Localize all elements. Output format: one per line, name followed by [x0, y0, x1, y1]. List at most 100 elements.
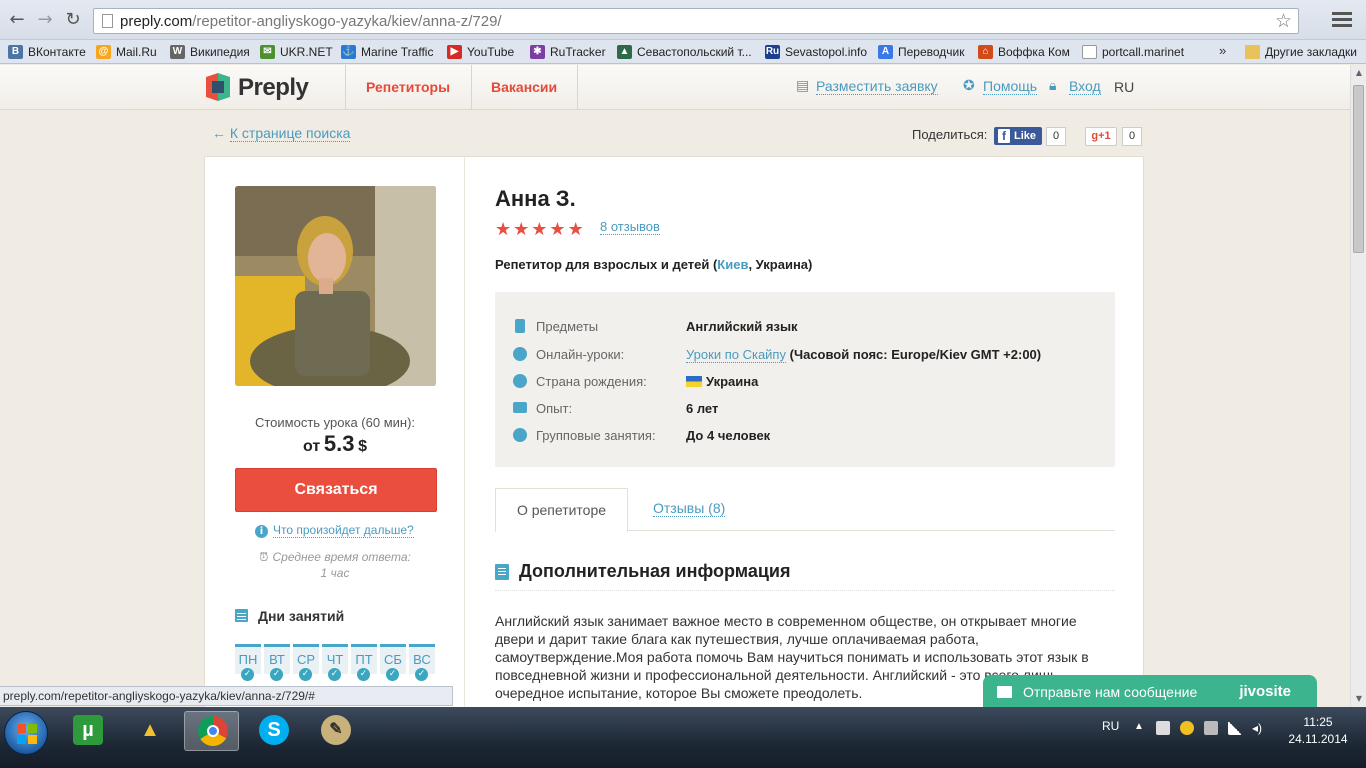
post-request-link[interactable]: ▤ Разместить заявку: [796, 78, 938, 95]
login-link[interactable]: 🔒︎ Вход: [1049, 78, 1101, 95]
language-selector[interactable]: RU: [1114, 79, 1134, 95]
bookmark-item[interactable]: ▲ Севастопольский т...: [617, 43, 752, 61]
reviews-link[interactable]: 8 отзывов: [600, 219, 660, 235]
bookmark-item[interactable]: ▶ YouTube: [447, 43, 514, 61]
ukraine-flag-icon: [686, 376, 702, 387]
bookmark-item[interactable]: W Википедия: [170, 43, 250, 61]
whats-next-link[interactable]: i Что произойдет дальше?: [255, 523, 414, 538]
bookmark-label: Севастопольский т...: [637, 45, 752, 59]
vk-icon: В: [8, 45, 23, 59]
lesson-day: ПТ ✓: [351, 644, 377, 681]
lesson-day: ВС ✓: [409, 644, 435, 681]
lesson-days: ПН ✓ ВТ ✓ СР ✓ ЧТ ✓ ПТ ✓ СБ ✓ ВС ✓: [235, 644, 440, 684]
home-icon: ⌂: [978, 45, 993, 59]
bookmark-item[interactable]: portcall.marinet: [1082, 43, 1184, 61]
bookmarks-more-button[interactable]: »: [1219, 43, 1226, 58]
skype-icon[interactable]: S: [246, 711, 301, 751]
jivosite-logo: jivosite: [1239, 683, 1291, 700]
scroll-up-icon[interactable]: ▲: [1351, 65, 1366, 81]
page-icon: [1082, 45, 1097, 59]
bookmark-label: RuTracker: [550, 45, 606, 59]
other-bookmarks-folder[interactable]: Другие закладки: [1245, 43, 1357, 61]
bookmark-item[interactable]: @ Mail.Ru: [96, 43, 157, 61]
tray-expand-icon[interactable]: ▲: [1134, 721, 1148, 735]
volume-icon[interactable]: ◂): [1252, 721, 1266, 735]
nav-tutors[interactable]: Репетиторы: [366, 79, 450, 95]
checkmark-icon: ✓: [415, 668, 428, 681]
start-button-icon[interactable]: [4, 711, 48, 755]
utorrent-icon[interactable]: µ: [60, 711, 115, 751]
sevastopolinfo-icon: Ru: [765, 45, 780, 59]
bookmark-item[interactable]: ✱ RuTracker: [530, 43, 606, 61]
google-plus-count: 0: [1122, 127, 1142, 146]
keyboard-language[interactable]: RU: [1102, 719, 1119, 733]
left-arrow-icon: ←: [212, 125, 230, 141]
clipboard-icon: ▤: [796, 77, 810, 93]
aimp-icon[interactable]: ▲: [122, 711, 177, 751]
facebook-icon: f: [998, 129, 1010, 143]
back-to-search-link[interactable]: ← К странице поиска: [212, 125, 351, 142]
lesson-day: СР ✓: [293, 644, 319, 681]
tab-reviews[interactable]: Отзывы (8): [653, 501, 726, 517]
bookmark-label: ВКонтакте: [28, 45, 86, 59]
system-clock[interactable]: 11:25 24.11.2014: [1280, 714, 1356, 748]
skype-lessons-link[interactable]: Уроки по Скайпу: [686, 347, 786, 363]
reload-icon[interactable]: ↻: [62, 9, 84, 31]
page-scrollbar[interactable]: ▲ ▼: [1350, 65, 1366, 707]
additional-info-title: Дополнительная информация: [495, 561, 1115, 591]
star-icon: ★: [495, 219, 514, 240]
scroll-down-icon[interactable]: ▼: [1351, 691, 1366, 707]
bookmark-star-icon[interactable]: ☆: [1275, 10, 1292, 32]
lesson-day-label: СР: [296, 652, 316, 667]
bookmark-label: Marine Traffic: [361, 45, 434, 59]
power-icon[interactable]: [1204, 721, 1218, 735]
tray-app-icon[interactable]: [1180, 721, 1194, 735]
address-bar[interactable]: preply.com/repetitor-angliyskogo-yazyka/…: [93, 8, 1299, 34]
info-experience: Опыт: 6 лет: [513, 399, 1103, 419]
bookmark-item[interactable]: ⚓ Marine Traffic: [341, 43, 433, 61]
bookmark-label: Википедия: [190, 45, 250, 59]
paint-icon[interactable]: ✎: [308, 711, 363, 751]
bookmark-label: Mail.Ru: [116, 45, 157, 59]
signal-icon[interactable]: [1228, 721, 1242, 735]
google-plus-button[interactable]: g+1: [1085, 127, 1117, 146]
response-time: ⏰︎ Среднее время ответа: 1 час: [259, 550, 411, 580]
help-link[interactable]: ✪ Помощь: [963, 78, 1038, 95]
url-text[interactable]: preply.com/repetitor-angliyskogo-yazyka/…: [120, 13, 502, 30]
info-country: Страна рождения: Украина: [513, 372, 1103, 392]
checkmark-icon: ✓: [241, 668, 254, 681]
city-link[interactable]: Киев: [717, 257, 748, 272]
bookmark-label: UKR.NET: [280, 45, 333, 59]
mailru-icon: @: [96, 45, 111, 59]
status-bar-url: preply.com/repetitor-angliyskogo-yazyka/…: [0, 686, 453, 706]
envelope-icon: [997, 686, 1012, 698]
lesson-price: от 5.3 $: [303, 431, 367, 456]
facebook-like-count: 0: [1046, 127, 1066, 146]
ukrnet-icon: ✉: [260, 45, 275, 59]
bookmark-label: YouTube: [467, 45, 515, 59]
bookmark-item[interactable]: A Переводчик: [878, 43, 965, 61]
lesson-days-title: Дни занятий: [235, 608, 344, 624]
bookmark-item[interactable]: Ru Sevastopol.info: [765, 43, 867, 61]
back-arrow-icon[interactable]: ←: [6, 9, 28, 31]
jivosite-chat-button[interactable]: Отправьте нам сообщение jivosite: [983, 675, 1317, 709]
tab-about[interactable]: О репетиторе: [495, 488, 628, 532]
bookmark-item[interactable]: ⌂ Воффка Ком: [978, 43, 1070, 61]
forward-arrow-icon[interactable]: →: [34, 9, 56, 31]
bookmark-item[interactable]: В ВКонтакте: [8, 43, 86, 61]
tutor-photo[interactable]: [235, 186, 436, 386]
lesson-day: СБ ✓: [380, 644, 406, 681]
network-error-icon[interactable]: [1156, 721, 1170, 735]
nav-vacancies[interactable]: Вакансии: [491, 79, 557, 95]
bookmark-item[interactable]: ✉ UKR.NET: [260, 43, 333, 61]
scrollbar-thumb[interactable]: [1353, 85, 1364, 253]
lifebuoy-icon: ✪: [963, 77, 975, 93]
bookmark-label: Переводчик: [898, 45, 965, 59]
contact-button[interactable]: Связаться: [235, 468, 437, 512]
facebook-like-button[interactable]: f Like: [994, 127, 1042, 145]
chrome-menu-icon[interactable]: [1332, 12, 1352, 28]
lesson-day-label: ПТ: [355, 652, 373, 667]
price-label: Стоимость урока (60 мин):: [254, 415, 416, 430]
tutor-details: Анна З. ★★★★★ 8 отзывов Репетитор для вз…: [495, 157, 1115, 717]
chrome-icon[interactable]: [184, 711, 239, 751]
